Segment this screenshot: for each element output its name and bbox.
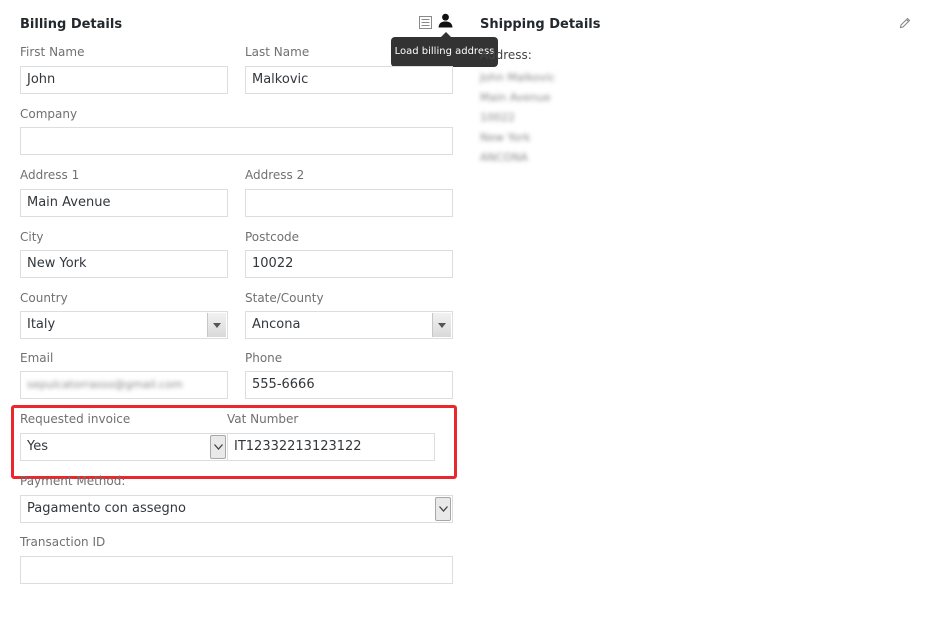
payment-method-select[interactable]: Pagamento con assegno — [20, 495, 453, 523]
postcode-input[interactable]: 10022 — [245, 250, 453, 278]
last-name-input[interactable]: Malkovic — [245, 66, 453, 94]
first-name-input[interactable]: John — [20, 66, 228, 94]
shipping-address-line: 10022 — [480, 111, 515, 124]
shipping-address-line: Main Avenue — [480, 91, 551, 104]
transaction-id-input[interactable] — [20, 556, 453, 584]
state-value: Ancona — [252, 317, 301, 332]
chevron-down-icon[interactable] — [210, 435, 226, 459]
transaction-id-label: Transaction ID — [20, 535, 106, 549]
city-label: City — [20, 230, 44, 244]
user-icon[interactable] — [438, 13, 453, 32]
chevron-down-icon[interactable] — [207, 313, 226, 337]
last-name-label: Last Name — [245, 45, 310, 59]
phone-input[interactable]: 555-6666 — [245, 371, 453, 399]
address1-label: Address 1 — [20, 168, 80, 182]
chevron-down-icon[interactable] — [435, 497, 451, 521]
address1-input[interactable]: Main Avenue — [20, 189, 228, 217]
payment-method-value: Pagamento con assegno — [27, 501, 186, 516]
shipping-title: Shipping Details — [480, 17, 601, 32]
company-label: Company — [20, 107, 78, 121]
billing-title: Billing Details — [20, 17, 123, 32]
address2-input[interactable] — [245, 189, 453, 217]
vat-number-label: Vat Number — [227, 412, 299, 426]
pencil-icon[interactable] — [899, 14, 911, 33]
phone-label: Phone — [245, 351, 283, 365]
address2-label: Address 2 — [245, 168, 305, 182]
email-input[interactable]: sepulcatorrasso@gmail.com — [20, 371, 228, 399]
state-select[interactable]: Ancona — [245, 311, 453, 339]
company-input[interactable] — [20, 127, 453, 155]
shipping-address-line: New York — [480, 131, 531, 144]
requested-invoice-value: Yes — [27, 439, 48, 454]
payment-method-label: Payment Method: — [20, 474, 126, 488]
shipping-address-line: ANCONA — [480, 151, 528, 164]
first-name-label: First Name — [20, 45, 85, 59]
shipping-address-line: John Malkovic — [480, 71, 556, 84]
postcode-label: Postcode — [245, 230, 300, 244]
city-input[interactable]: New York — [20, 250, 228, 278]
chevron-down-icon[interactable] — [432, 313, 451, 337]
email-value: sepulcatorrasso@gmail.com — [27, 378, 183, 391]
requested-invoice-select[interactable]: Yes — [20, 433, 228, 461]
country-select[interactable]: Italy — [20, 311, 228, 339]
vat-number-input[interactable]: IT12332213123122 — [227, 433, 435, 461]
shipping-address-block: John Malkovic Main Avenue 10022 New York… — [480, 68, 555, 168]
email-label: Email — [20, 351, 54, 365]
country-value: Italy — [27, 317, 56, 332]
requested-invoice-label: Requested invoice — [20, 412, 131, 426]
load-address-icon[interactable] — [419, 14, 432, 33]
shipping-address-label: Address: — [480, 48, 532, 62]
state-label: State/County — [245, 291, 324, 305]
country-label: Country — [20, 291, 68, 305]
